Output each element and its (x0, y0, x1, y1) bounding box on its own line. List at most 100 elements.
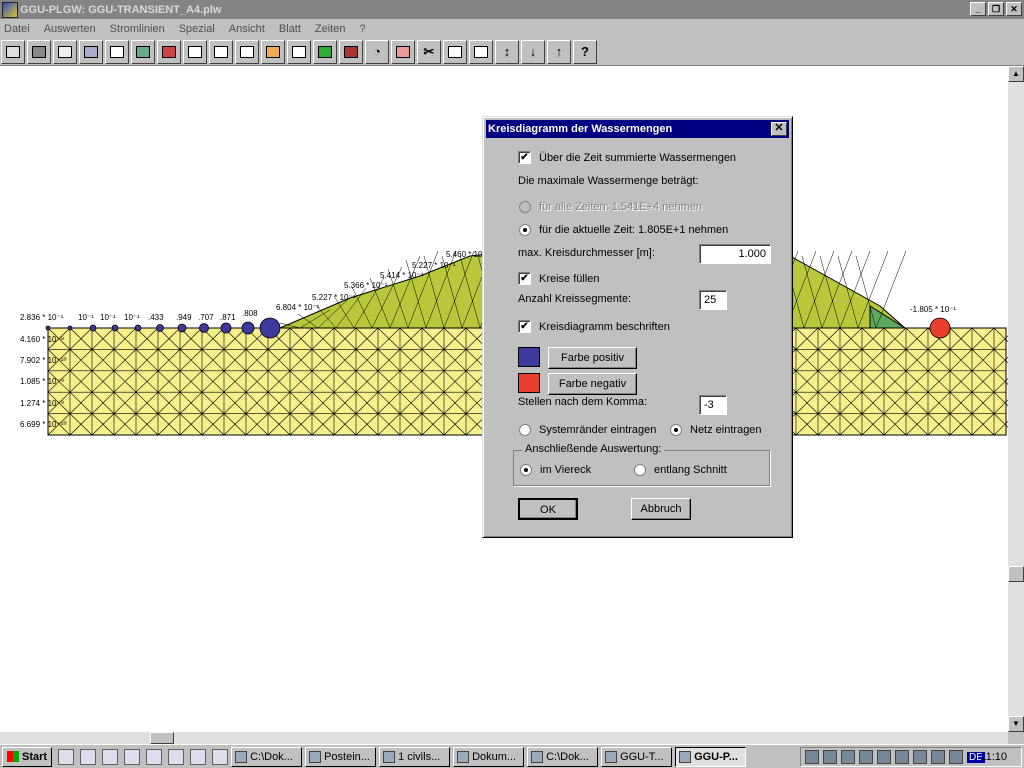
task-label: GGU-P... (694, 750, 738, 763)
menu-datei[interactable]: Datei (4, 23, 30, 35)
system-edges-radio[interactable] (519, 424, 531, 436)
polygon-icon[interactable] (209, 39, 233, 64)
pen-icon[interactable] (859, 750, 873, 764)
zoom-icon[interactable] (105, 39, 129, 64)
quicklaunch-doc-icon[interactable] (168, 748, 185, 765)
along-cut-radio[interactable] (634, 464, 646, 476)
shape-icon[interactable] (235, 39, 259, 64)
quicklaunch-monitor-icon[interactable] (212, 748, 229, 765)
tool-icon[interactable] (79, 39, 103, 64)
toolbar: ◔ ✂ ↕ ↓ ↑? (0, 38, 1024, 66)
fill-checkbox[interactable]: ✔ (518, 272, 531, 285)
menu-blatt[interactable]: Blatt (279, 23, 301, 35)
menu-stromlinien[interactable]: Stromlinien (110, 23, 165, 35)
diameter-input[interactable]: 1.000 (699, 244, 771, 264)
print-icon[interactable] (53, 39, 77, 64)
mouse-icon[interactable] (913, 750, 927, 764)
task-button[interactable]: Dokum... (453, 746, 525, 767)
net-row[interactable]: Netz eintragen (670, 424, 762, 436)
acrobat-icon[interactable] (949, 750, 963, 764)
dialog-close-button[interactable]: ✕ (771, 122, 787, 136)
word-icon (457, 750, 470, 763)
menu-zeiten[interactable]: Zeiten (315, 23, 346, 35)
current-time-row[interactable]: für die aktuelle Zeit: 1.805E+1 nehmen (519, 224, 728, 236)
page-icon[interactable] (183, 39, 207, 64)
quicklaunch-camera-icon[interactable] (146, 748, 163, 765)
ok-button[interactable]: OK (518, 498, 578, 520)
down-arrow-icon[interactable]: ↓ (521, 39, 545, 64)
cancel-button[interactable]: Abbruch (631, 498, 691, 520)
annotate-checkbox[interactable]: ✔ (518, 320, 531, 333)
layer-icon[interactable] (131, 39, 155, 64)
scroll-up-icon[interactable]: ▲ (1008, 66, 1024, 82)
left-flow-label: 1.085 * 10⁻⁹ (20, 377, 64, 386)
grid-icon[interactable] (443, 39, 467, 64)
quicklaunch-desktop-icon[interactable] (58, 748, 75, 765)
square-label: im Viereck (540, 464, 592, 476)
map-icon[interactable] (313, 39, 337, 64)
segments-input[interactable]: 25 (699, 290, 727, 310)
menu-help[interactable]: ? (359, 23, 365, 35)
volume-icon[interactable] (823, 750, 837, 764)
network-icon[interactable] (805, 750, 819, 764)
square-radio[interactable] (520, 464, 532, 476)
color-positive-button[interactable]: Farbe positiv (548, 347, 637, 369)
horizontal-scrollbar[interactable] (0, 732, 1008, 744)
task-button-active[interactable]: GGU-P... (675, 746, 747, 767)
save-icon-glyph (32, 45, 46, 58)
current-time-radio[interactable] (519, 224, 531, 236)
annotate-row[interactable]: ✔ Kreisdiagramm beschriften (518, 320, 670, 333)
horizontal-scroll-thumb[interactable] (150, 732, 174, 744)
start-button[interactable]: Start (2, 746, 53, 767)
line-icon[interactable] (287, 39, 311, 64)
gate-icon[interactable] (469, 39, 493, 64)
task-button[interactable]: Postein... (305, 746, 377, 767)
grid-icon[interactable] (877, 750, 891, 764)
task-button[interactable]: C:\Dok... (527, 746, 599, 767)
scissors-icon[interactable]: ✂ (417, 39, 441, 64)
close-button[interactable]: ✕ (1006, 2, 1022, 16)
task-button[interactable]: 1 civils... (379, 746, 451, 767)
save-icon[interactable] (27, 39, 51, 64)
printer-icon[interactable] (841, 750, 855, 764)
along-cut-row[interactable]: entlang Schnitt (634, 464, 727, 476)
vertical-arrows-icon[interactable]: ↕ (495, 39, 519, 64)
display-icon[interactable] (895, 750, 909, 764)
quicklaunch-app-icon[interactable] (124, 748, 141, 765)
square-row[interactable]: im Viereck (520, 464, 591, 476)
menu-auswerten[interactable]: Auswerten (44, 23, 96, 35)
maximize-button[interactable]: ❐ (988, 2, 1004, 16)
system-edges-row[interactable]: Systemränder eintragen (519, 424, 656, 436)
quicklaunch-media-icon[interactable] (190, 748, 207, 765)
scroll-down-icon[interactable]: ▼ (1008, 716, 1024, 732)
net-radio[interactable] (670, 424, 682, 436)
fill-row[interactable]: ✔ Kreise füllen (518, 272, 600, 285)
rect-icon-glyph (396, 45, 410, 58)
menu-ansicht[interactable]: Ansicht (229, 23, 265, 35)
map2-icon[interactable] (339, 39, 363, 64)
quicklaunch-browser-icon[interactable] (80, 748, 97, 765)
max-amount-label: Die maximale Wassermenge beträgt: (518, 175, 699, 187)
grid-icon-glyph (448, 45, 462, 58)
summed-checkbox[interactable]: ✔ (518, 151, 531, 164)
task-label: Dokum... (472, 750, 517, 763)
fill-icon[interactable] (261, 39, 285, 64)
minimize-button[interactable]: _ (970, 2, 986, 16)
color-negative-button[interactable]: Farbe negativ (548, 373, 637, 395)
menu-spezial[interactable]: Spezial (179, 23, 215, 35)
clock-icon[interactable]: ◔ (365, 39, 389, 64)
up-arrow-icon[interactable]: ↑ (547, 39, 571, 64)
vertical-scrollbar[interactable]: ▲ ▼ (1008, 66, 1024, 732)
book-icon[interactable] (931, 750, 945, 764)
open-icon[interactable] (1, 39, 25, 64)
color-icon[interactable] (157, 39, 181, 64)
task-button[interactable]: C:\Dok... (231, 746, 303, 767)
decimals-input[interactable]: -3 (699, 395, 727, 415)
quicklaunch-explorer-icon[interactable] (102, 748, 119, 765)
summed-row[interactable]: ✔ Über die Zeit summierte Wassermengen (518, 151, 736, 164)
right-flow-label: -1.805 * 10⁻¹ (910, 305, 956, 314)
vertical-scroll-thumb[interactable] (1008, 566, 1024, 582)
task-button[interactable]: GGU-T... (601, 746, 673, 767)
help-icon[interactable]: ? (573, 39, 597, 64)
rect-icon[interactable] (391, 39, 415, 64)
